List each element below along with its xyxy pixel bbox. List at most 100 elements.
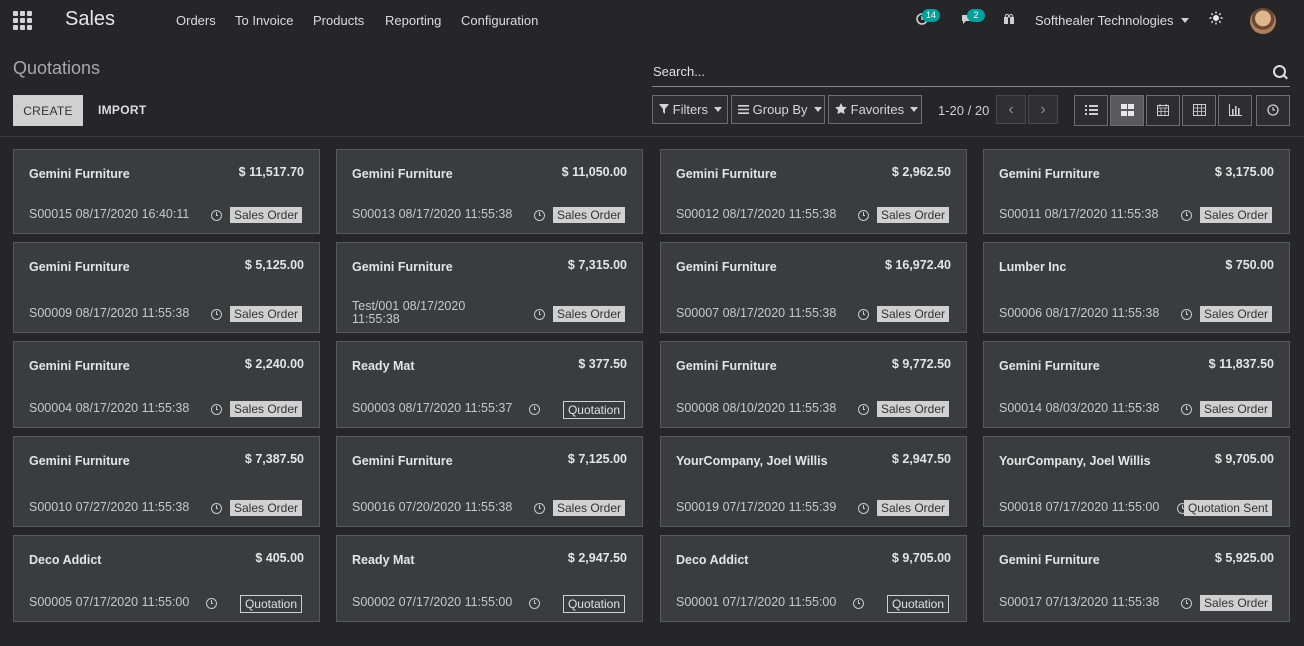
- quotation-card[interactable]: Gemini Furniture $ 16,972.40 S00007 08/17/…: [660, 242, 967, 333]
- graph-view-button[interactable]: [1218, 95, 1252, 126]
- filters-button[interactable]: Filters: [652, 95, 728, 124]
- activity-view-button[interactable]: [1256, 95, 1290, 126]
- customer-name: Ready Mat: [352, 359, 415, 373]
- quotation-card[interactable]: Deco Addict $ 9,705.00 S00001 07/17/2020 1…: [660, 535, 967, 622]
- menu-reporting[interactable]: Reporting: [385, 13, 441, 28]
- quotation-card[interactable]: Gemini Furniture $ 11,517.70 S00015 08/17/…: [13, 149, 320, 234]
- activity-clock-icon[interactable]: [211, 210, 222, 221]
- order-reference: Test/001 08/17/2020 11:55:38: [352, 299, 466, 326]
- quotation-card[interactable]: Ready Mat $ 2,947.50 S00002 07/17/2020 11:…: [336, 535, 643, 622]
- order-reference: S00013 08/17/2020 11:55:38: [352, 207, 513, 221]
- app-title[interactable]: Sales: [65, 8, 115, 31]
- order-amount: $ 2,947.50: [567, 551, 627, 565]
- activity-clock-icon[interactable]: [858, 210, 869, 221]
- apps-grid-icon[interactable]: [13, 11, 33, 30]
- list-view-button[interactable]: [1074, 95, 1108, 126]
- activity-clock-icon[interactable]: [529, 598, 540, 609]
- menu-orders[interactable]: Orders: [176, 13, 216, 28]
- activity-clock-icon[interactable]: [858, 404, 869, 415]
- top-navbar: Sales Orders To Invoice Products Reporti…: [0, 0, 1304, 41]
- search-input[interactable]: [652, 60, 1254, 82]
- quotation-card[interactable]: Ready Mat $ 377.50 S00003 08/17/2020 11:55…: [336, 341, 643, 428]
- status-badge: Quotation: [239, 595, 302, 613]
- activity-clock-icon[interactable]: [211, 503, 222, 514]
- customer-name: Gemini Furniture: [676, 167, 777, 181]
- order-amount: $ 9,705.00: [891, 551, 951, 565]
- quotation-card[interactable]: Gemini Furniture $ 7,125.00 S00016 07/20/2…: [336, 436, 643, 527]
- activity-clock-icon[interactable]: [211, 404, 222, 415]
- import-button[interactable]: IMPORT: [98, 103, 146, 117]
- calendar-view-button[interactable]: [1146, 95, 1180, 126]
- gift-icon[interactable]: [1000, 11, 1018, 29]
- pager-value[interactable]: 1-20 / 20: [938, 103, 989, 118]
- order-reference: S00012 08/17/2020 11:55:38: [676, 207, 837, 221]
- groupby-label: Group By: [752, 102, 808, 117]
- company-switcher[interactable]: Softhealer Technologies: [1035, 13, 1189, 28]
- activity-clock-icon[interactable]: [1181, 309, 1192, 320]
- order-reference: S00016 07/20/2020 11:55:38: [352, 500, 513, 514]
- menu-to-invoice[interactable]: To Invoice: [235, 13, 294, 28]
- customer-name: Gemini Furniture: [999, 167, 1100, 181]
- customer-name: Ready Mat: [352, 553, 415, 567]
- favorites-label: Favorites: [850, 102, 905, 117]
- user-avatar[interactable]: [1250, 8, 1276, 34]
- activity-badge: 14: [922, 9, 940, 22]
- control-panel: Quotations CREATE IMPORT Filters Group B…: [0, 41, 1304, 137]
- bars-icon: [738, 105, 749, 114]
- activity-clock-icon[interactable]: [211, 309, 222, 320]
- status-badge: Quotation: [562, 595, 625, 613]
- activity-clock-icon[interactable]: [1181, 598, 1192, 609]
- order-amount: $ 16,972.40: [884, 258, 951, 272]
- menu-configuration[interactable]: Configuration: [461, 13, 538, 28]
- activity-clock-icon[interactable]: [534, 503, 545, 514]
- chat-icon[interactable]: 2: [958, 9, 985, 29]
- pivot-view-button[interactable]: [1182, 95, 1216, 126]
- list-icon: [1085, 105, 1098, 115]
- quotation-card[interactable]: Gemini Furniture $ 2,962.50 S00012 08/17/2…: [660, 149, 967, 234]
- search-icon[interactable]: [1273, 65, 1286, 78]
- quotation-card[interactable]: Gemini Furniture $ 7,315.00 Test/001 08/17…: [336, 242, 643, 333]
- quotation-card[interactable]: Gemini Furniture $ 5,925.00 S00017 07/13/2…: [983, 535, 1290, 622]
- status-badge: Sales Order: [229, 207, 302, 223]
- customer-name: Gemini Furniture: [29, 167, 130, 181]
- activity-clock-icon[interactable]: 14: [913, 9, 940, 29]
- customer-name: Gemini Furniture: [29, 260, 130, 274]
- activity-clock-icon[interactable]: [534, 309, 545, 320]
- menu-products[interactable]: Products: [313, 13, 364, 28]
- order-amount: $ 7,315.00: [567, 258, 627, 272]
- customer-name: Gemini Furniture: [352, 260, 453, 274]
- groupby-button[interactable]: Group By: [731, 95, 825, 124]
- activity-clock-icon[interactable]: [534, 210, 545, 221]
- quotation-card[interactable]: Gemini Furniture $ 9,772.50 S00008 08/10/2…: [660, 341, 967, 428]
- favorites-button[interactable]: Favorites: [828, 95, 922, 124]
- activity-clock-icon[interactable]: [858, 309, 869, 320]
- activity-clock-icon[interactable]: [858, 503, 869, 514]
- quotation-card[interactable]: YourCompany, Joel Willis $ 2,947.50 S00019…: [660, 436, 967, 527]
- order-amount: $ 11,837.50: [1208, 357, 1274, 371]
- quotation-card[interactable]: YourCompany, Joel Willis $ 9,705.00 S00018…: [983, 436, 1290, 527]
- quotation-card[interactable]: Gemini Furniture $ 11,050.00 S00013 08/17/…: [336, 149, 643, 234]
- quotation-card[interactable]: Gemini Furniture $ 7,387.50 S00010 07/27/2…: [13, 436, 320, 527]
- activity-clock-icon[interactable]: [529, 404, 540, 415]
- pager-next-button[interactable]: ›: [1028, 95, 1058, 124]
- order-amount: $ 405.00: [255, 551, 304, 565]
- quotation-card[interactable]: Lumber Inc $ 750.00 S00006 08/17/2020 11:5…: [983, 242, 1290, 333]
- order-amount: $ 2,962.50: [891, 165, 951, 179]
- quotation-card[interactable]: Gemini Furniture $ 2,240.00 S00004 08/17/2…: [13, 341, 320, 428]
- quotation-card[interactable]: Deco Addict $ 405.00 S00005 07/17/2020 11:…: [13, 535, 320, 622]
- sun-icon[interactable]: [1207, 11, 1225, 29]
- activity-clock-icon[interactable]: [853, 598, 864, 609]
- create-button[interactable]: CREATE: [13, 95, 83, 126]
- quotation-card[interactable]: Gemini Furniture $ 5,125.00 S00009 08/17/2…: [13, 242, 320, 333]
- activity-clock-icon[interactable]: [1181, 404, 1192, 415]
- order-amount: $ 7,387.50: [244, 452, 304, 466]
- pager-previous-button[interactable]: ‹: [996, 95, 1026, 124]
- kanban-view-button[interactable]: [1110, 95, 1144, 126]
- quotation-card[interactable]: Gemini Furniture $ 11,837.50 S00014 08/03/…: [983, 341, 1290, 428]
- status-badge: Sales Order: [552, 207, 625, 223]
- activity-clock-icon[interactable]: [1181, 210, 1192, 221]
- order-reference: S00009 08/17/2020 11:55:38: [29, 306, 190, 320]
- activity-clock-icon[interactable]: [206, 598, 217, 609]
- quotation-card[interactable]: Gemini Furniture $ 3,175.00 S00011 08/17/2…: [983, 149, 1290, 234]
- order-amount: $ 2,947.50: [891, 452, 951, 466]
